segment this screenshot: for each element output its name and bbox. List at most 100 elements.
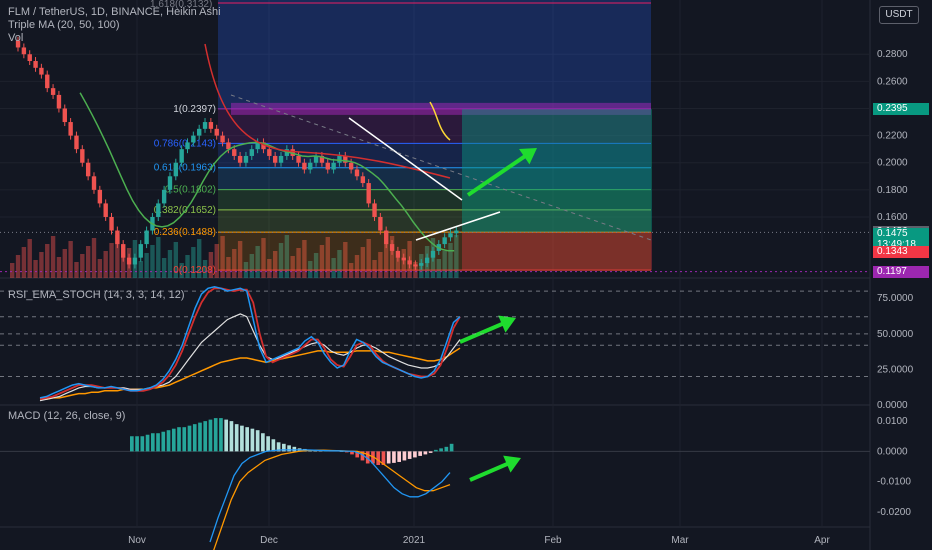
rsi-ema-line — [40, 347, 461, 401]
volume-bar — [10, 263, 15, 278]
time-tick-label: Dec — [260, 535, 278, 546]
volume-bar — [39, 252, 44, 278]
macd-histogram-bar — [407, 451, 412, 459]
macd-histogram-bar — [413, 451, 417, 458]
macd-tick-label: 0.0000 — [877, 446, 908, 457]
candle-body — [179, 149, 184, 163]
time-tick-label: Nov — [128, 535, 146, 546]
rsi-panel — [0, 286, 870, 402]
fib-level-label: 1(0.2397) — [173, 104, 216, 115]
candle-body — [413, 264, 418, 267]
candle-body — [401, 257, 406, 261]
currency-button[interactable]: USDT — [879, 6, 919, 24]
macd-histogram-bar — [229, 421, 234, 452]
price-tick-label: 0.1600 — [877, 212, 908, 223]
macd-histogram-bar — [261, 433, 265, 452]
candle-body — [424, 257, 430, 264]
volume-bar — [85, 246, 91, 278]
candle-body — [21, 47, 27, 55]
candle-body — [91, 176, 97, 190]
volume-bar — [21, 247, 27, 278]
macd-histogram-bar — [292, 446, 297, 452]
volume-bar — [161, 258, 167, 278]
macd-panel — [0, 418, 870, 550]
macd-histogram-bar — [439, 448, 443, 452]
rsi-tick-label: 75.0000 — [877, 293, 914, 304]
candle-body — [308, 162, 313, 170]
volume-bar — [97, 259, 103, 278]
candle-body — [80, 149, 85, 163]
macd-histogram-bar — [208, 419, 213, 452]
candle-body — [85, 162, 91, 177]
candle-body — [132, 257, 138, 265]
candle-body — [45, 74, 50, 89]
candle-body — [419, 263, 424, 266]
candle-body — [448, 233, 453, 238]
candle-body — [138, 244, 143, 258]
candle-body — [103, 203, 108, 217]
volume-legend[interactable]: Vol — [8, 32, 221, 45]
triple-ma-legend[interactable]: Triple MA (20, 50, 100) — [8, 19, 221, 32]
volume-bar — [56, 257, 62, 278]
candle-body — [62, 108, 67, 123]
rsi-title[interactable]: RSI_EMA_STOCH (14, 3, 3, 14, 12) — [8, 289, 184, 302]
macd-histogram-bar — [444, 446, 449, 452]
macd-histogram-bar — [397, 451, 402, 462]
time-tick-label: 2021 — [403, 535, 426, 546]
macd-histogram-bar — [213, 418, 218, 452]
candle-body — [74, 135, 79, 150]
candle-body — [191, 135, 196, 143]
macd-tick-label: 0.0100 — [877, 416, 908, 427]
macd-histogram-bar — [135, 436, 139, 452]
macd-histogram-bar — [150, 433, 155, 452]
rsi-tick-label: 25.0000 — [877, 364, 914, 375]
macd-histogram-bar — [245, 427, 249, 452]
candle-body — [97, 189, 103, 204]
macd-histogram-bar — [161, 431, 166, 452]
macd-histogram-bar — [434, 449, 438, 452]
candle-body — [167, 176, 173, 190]
macd-histogram-bar — [271, 439, 276, 452]
volume-bar — [62, 249, 67, 278]
macd-histogram-bar — [418, 451, 422, 456]
candle-body — [173, 162, 179, 177]
volume-bar — [45, 244, 50, 278]
candle-body — [121, 244, 126, 258]
candle-body — [144, 230, 149, 245]
volume-bar — [138, 261, 143, 278]
volume-bar — [109, 243, 114, 278]
macd-histogram-bar — [240, 425, 244, 452]
candle-body — [237, 155, 243, 163]
fib-level-label: 0.618(0.1963) — [154, 163, 216, 174]
candle-body — [348, 162, 354, 170]
macd-histogram-bar — [234, 424, 239, 452]
candle-body — [197, 128, 202, 136]
candle-body — [115, 230, 120, 245]
macd-title[interactable]: MACD (12, 26, close, 9) — [8, 410, 125, 423]
macd-tick-label: -0.0200 — [877, 507, 911, 518]
macd-tick-label: -0.0100 — [877, 477, 911, 488]
candle-body — [202, 122, 208, 129]
chart-canvas[interactable]: 1.618(0.3132)1(0.2397)0.786(0.2143)0.618… — [0, 0, 932, 550]
candle-body — [430, 250, 436, 258]
candle-body — [296, 155, 301, 163]
macd-histogram-bar — [423, 451, 428, 455]
volume-bar — [103, 251, 108, 278]
candle-body — [68, 122, 73, 136]
candle-body — [27, 54, 32, 62]
candle-body — [267, 149, 272, 156]
time-tick-label: Feb — [544, 535, 562, 546]
macd-histogram-bar — [449, 443, 454, 452]
time-tick-label: Apr — [814, 535, 830, 546]
arrow-shaft — [459, 319, 509, 344]
volume-bar — [150, 245, 155, 278]
macd-histogram-bar — [203, 421, 208, 452]
macd-histogram-bar — [171, 428, 176, 452]
macd-histogram-bar — [198, 422, 202, 452]
macd-histogram-bar — [428, 451, 433, 453]
symbol-title: FLM / TetherUS, 1D, BINANCE, Heikin Ashi — [8, 6, 221, 18]
candle-body — [354, 169, 360, 177]
candle-body — [331, 162, 336, 170]
candle-body — [395, 250, 401, 258]
candle-body — [407, 260, 412, 265]
